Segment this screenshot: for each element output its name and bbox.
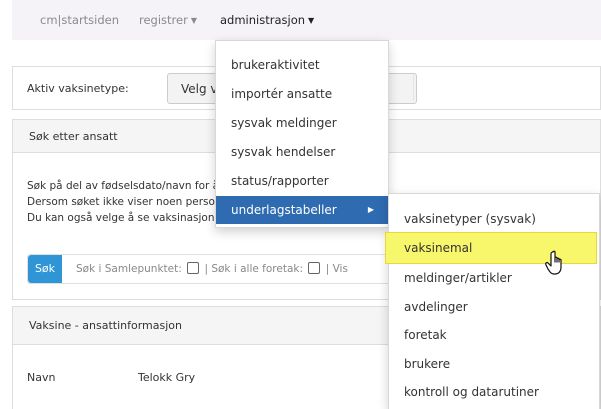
- nav-registrer-label: registrer: [139, 13, 188, 27]
- menu-item-importer-ansatte[interactable]: importér ansatte: [216, 80, 388, 108]
- employee-name-value: Telokk Gry: [138, 371, 196, 384]
- menu-item-sysvak-hendelser[interactable]: sysvak hendelser: [216, 138, 388, 166]
- submenu-item-foretak[interactable]: foretak: [389, 321, 599, 349]
- filter-foretak-label: Søk i alle foretak:: [211, 263, 304, 275]
- top-navbar: cm|startsiden registrer ▼ administrasjon ▼: [12, 0, 601, 40]
- submenu-item-vaksinetyper[interactable]: vaksinetyper (sysvak): [389, 205, 599, 233]
- nav-administrasjon-menu[interactable]: administrasjon ▼: [220, 13, 314, 27]
- submenu-item-kontroll-og-datarutiner[interactable]: kontroll og datarutiner: [389, 378, 599, 406]
- caret-down-icon: ▼: [308, 16, 315, 25]
- underlagstabeller-submenu: vaksinetyper (sysvak) vaksinemal melding…: [385, 193, 600, 409]
- caret-right-icon: ▶: [367, 205, 374, 214]
- search-button[interactable]: Søk: [28, 255, 62, 283]
- hand-cursor-icon: [545, 250, 562, 275]
- filter-samlepunktet-label: Søk i Samlepunktet:: [76, 263, 182, 275]
- submenu-item-brukere[interactable]: brukere: [389, 350, 599, 378]
- nav-registrer-menu[interactable]: registrer ▼: [139, 13, 197, 27]
- filter-foretak-checkbox[interactable]: [308, 262, 321, 274]
- menu-item-brukeraktivitet[interactable]: brukeraktivitet: [216, 51, 388, 79]
- filter-samlepunktet-checkbox[interactable]: [187, 262, 200, 274]
- filter-separator: |: [204, 263, 208, 275]
- caret-down-icon: ▼: [190, 16, 197, 25]
- nav-administrasjon-label: administrasjon: [220, 13, 306, 27]
- nav-home-link[interactable]: cm|startsiden: [40, 13, 119, 27]
- submenu-item-avdelinger[interactable]: avdelinger: [389, 293, 599, 321]
- administrasjon-dropdown: brukeraktivitet importér ansatte sysvak …: [215, 40, 389, 228]
- menu-item-status-rapporter[interactable]: status/rapporter: [216, 167, 388, 195]
- filter-vis-label: Vis: [332, 263, 348, 275]
- menu-item-sysvak-meldinger[interactable]: sysvak meldinger: [216, 109, 388, 137]
- filter-separator: |: [325, 263, 330, 275]
- bar-divider: [413, 75, 414, 101]
- vaccine-type-label: Aktiv vaksinetype:: [27, 82, 129, 95]
- menu-item-underlagstabeller-label: underlagstabeller: [231, 203, 337, 217]
- menu-item-underlagstabeller[interactable]: underlagstabeller ▶: [216, 196, 388, 224]
- search-filters: Søk i Samlepunktet: | Søk i alle foretak…: [76, 262, 348, 275]
- employee-name-label: Navn: [27, 371, 56, 384]
